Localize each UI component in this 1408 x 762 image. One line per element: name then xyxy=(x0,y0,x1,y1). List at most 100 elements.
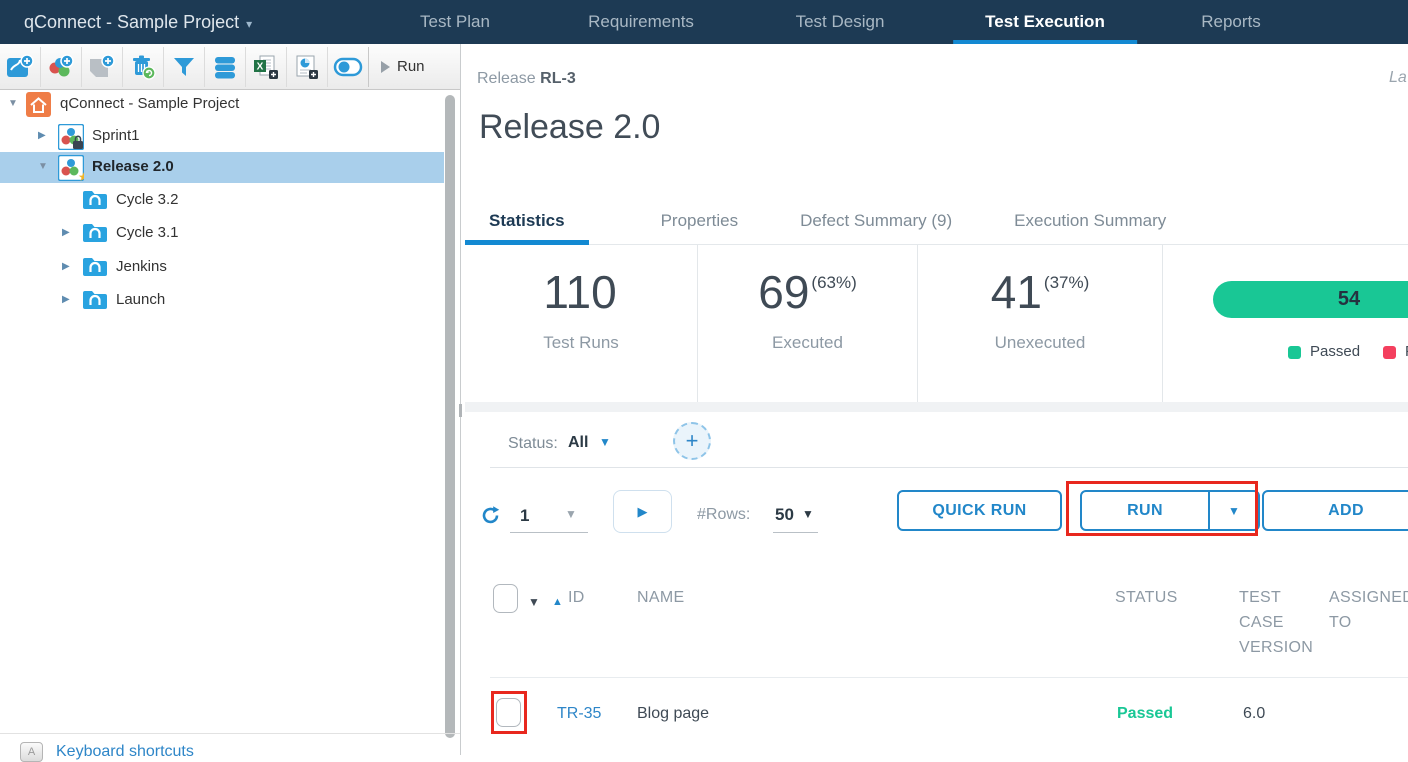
select-all-checkbox[interactable] xyxy=(493,584,518,613)
recycle-bin-button[interactable] xyxy=(123,47,164,87)
tree-item-label: Launch xyxy=(116,291,165,308)
stat-value: 110 xyxy=(543,266,616,318)
stat-label: Unexecuted xyxy=(918,333,1162,353)
svg-text:X: X xyxy=(257,61,264,72)
rows-per-page[interactable]: 50 xyxy=(775,505,794,525)
collapse-arrow-icon[interactable]: ▶ xyxy=(38,130,46,141)
nav-test-execution[interactable]: Test Execution xyxy=(953,0,1137,44)
cycle-folder-icon xyxy=(82,188,108,216)
nav-test-plan[interactable]: Test Plan xyxy=(388,0,522,44)
expand-arrow-icon[interactable]: ▼ xyxy=(8,98,18,109)
tab-statistics[interactable]: Statistics xyxy=(465,199,589,245)
run-tool-label: Run xyxy=(397,58,425,75)
tree-item-label: Release 2.0 xyxy=(92,158,174,175)
run-dropdown-button[interactable]: ▼ xyxy=(1209,490,1260,531)
statistics-panel: 110 Test Runs 69(63%) Executed 41(37%) U… xyxy=(465,245,1408,402)
tree-item-release-2-0[interactable]: ▼ ★ Release 2.0 xyxy=(0,152,444,183)
column-header-assigned-to[interactable]: ASSIGNED TO xyxy=(1329,585,1408,635)
status-filter-value[interactable]: All xyxy=(568,434,588,452)
database-icon xyxy=(212,54,238,80)
splitter-handle[interactable] xyxy=(459,404,462,417)
excel-export-button[interactable]: X xyxy=(246,47,287,87)
sidebar-footer-divider xyxy=(0,733,460,734)
excel-export-icon: X xyxy=(252,53,280,81)
quick-run-button[interactable]: QUICK RUN xyxy=(897,490,1062,531)
column-header-status[interactable]: STATUS xyxy=(1115,585,1178,610)
project-selector[interactable]: qConnect - Sample Project▾ xyxy=(24,0,252,44)
refresh-button[interactable] xyxy=(480,505,501,531)
filter-icon xyxy=(171,54,197,80)
toggle-icon xyxy=(333,55,363,79)
tab-execution-summary[interactable]: Execution Summary xyxy=(990,199,1190,245)
tree-item-launch[interactable]: ▶ Launch xyxy=(0,285,444,316)
stat-percent: (37%) xyxy=(1044,273,1089,292)
cycle-folder-icon xyxy=(82,221,108,249)
filter-button[interactable] xyxy=(164,47,205,87)
row-id-link[interactable]: TR-35 xyxy=(557,705,601,723)
add-cycle-icon xyxy=(47,53,75,81)
cycle-folder-icon xyxy=(82,288,108,316)
stat-test-runs: 110 Test Runs xyxy=(465,245,697,402)
next-page-button[interactable]: ▶ xyxy=(613,490,672,533)
run-tool-button[interactable]: Run xyxy=(369,47,437,87)
add-page-icon xyxy=(88,53,116,81)
tab-properties[interactable]: Properties xyxy=(637,199,762,245)
sidebar: X Run ▼ qConnect - Sample Project ▶ Spri… xyxy=(0,44,461,755)
toggle-view-button[interactable] xyxy=(328,47,369,87)
select-menu-caret-icon[interactable]: ▼ xyxy=(528,590,540,615)
nav-test-design[interactable]: Test Design xyxy=(764,0,917,44)
page-title: Release 2.0 xyxy=(479,108,660,147)
page-caret-icon[interactable]: ▼ xyxy=(565,507,577,521)
corner-text: La xyxy=(1389,69,1407,87)
cycle-folder-icon xyxy=(82,255,108,283)
add-release-icon xyxy=(6,53,34,81)
rows-caret-icon[interactable]: ▼ xyxy=(802,507,814,521)
collapse-arrow-icon[interactable]: ▶ xyxy=(62,227,70,238)
toolbar-divider xyxy=(490,467,1408,468)
column-header-name[interactable]: NAME xyxy=(637,585,684,610)
report-export-button[interactable] xyxy=(287,47,328,87)
column-header-test-case-version[interactable]: TEST CASE VERSION xyxy=(1239,585,1321,660)
tree-item-cycle-3-2[interactable]: Cycle 3.2 xyxy=(0,185,444,216)
database-button[interactable] xyxy=(205,47,246,87)
add-cycle-button[interactable] xyxy=(41,47,82,87)
row-name[interactable]: Blog page xyxy=(637,705,709,723)
stat-percent: (63%) xyxy=(811,273,856,292)
page-number[interactable]: 1 xyxy=(520,506,529,526)
home-icon xyxy=(26,92,51,122)
stat-label: Test Runs xyxy=(465,333,697,353)
project-selector-label: qConnect - Sample Project xyxy=(24,12,239,32)
collapse-arrow-icon[interactable]: ▶ xyxy=(62,261,70,272)
sort-ascending-icon[interactable]: ▲ xyxy=(552,590,563,615)
add-release-button[interactable] xyxy=(0,47,41,87)
tab-bar: Statistics Properties Defect Summary (9)… xyxy=(465,199,1408,245)
tree-item-sprint1[interactable]: ▶ Sprint1 xyxy=(0,121,444,152)
collapse-arrow-icon[interactable]: ▶ xyxy=(62,294,70,305)
tree-item-label: Cycle 3.1 xyxy=(116,224,179,241)
nav-reports[interactable]: Reports xyxy=(1169,0,1293,44)
status-filter-label: Status: xyxy=(508,435,558,453)
row-checkbox[interactable] xyxy=(496,698,521,727)
play-icon xyxy=(381,61,390,73)
row-test-case-version: 6.0 xyxy=(1243,705,1265,723)
report-export-icon xyxy=(293,53,321,81)
top-navbar: qConnect - Sample Project▾ Test Plan Req… xyxy=(0,0,1408,44)
release-icon: ★ xyxy=(58,155,84,186)
rows-label: #Rows: xyxy=(697,506,750,524)
tree-item-project[interactable]: ▼ qConnect - Sample Project xyxy=(0,89,444,120)
run-button[interactable]: RUN xyxy=(1080,490,1210,531)
nav-requirements[interactable]: Requirements xyxy=(556,0,726,44)
add-filter-button[interactable]: + xyxy=(673,422,711,460)
add-page-button[interactable] xyxy=(82,47,123,87)
tree-item-jenkins[interactable]: ▶ Jenkins xyxy=(0,252,444,283)
keyboard-shortcuts-link[interactable]: Keyboard shortcuts xyxy=(56,743,194,761)
add-button[interactable]: ADD xyxy=(1262,490,1408,531)
tree-item-cycle-3-1[interactable]: ▶ Cycle 3.1 xyxy=(0,218,444,249)
column-header-id[interactable]: ID xyxy=(568,585,585,610)
expand-arrow-icon[interactable]: ▼ xyxy=(38,161,48,172)
sidebar-scrollbar[interactable] xyxy=(445,95,455,738)
status-filter-caret-icon[interactable]: ▼ xyxy=(599,435,611,449)
tab-defect-summary[interactable]: Defect Summary (9) xyxy=(776,199,976,245)
stat-unexecuted: 41(37%) Unexecuted xyxy=(917,245,1162,402)
sidebar-toolbar: X Run xyxy=(0,44,460,90)
